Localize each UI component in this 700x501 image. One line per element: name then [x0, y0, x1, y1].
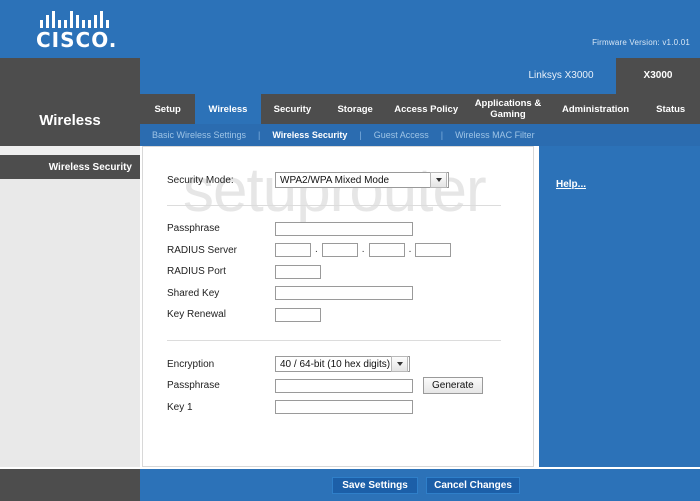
firmware-version: Firmware Version: v1.0.01 — [592, 38, 690, 47]
main-tab-storage[interactable]: Storage — [324, 94, 386, 124]
radius-server-input-group: ... — [275, 243, 452, 258]
radius-server-octet-2[interactable] — [321, 243, 358, 258]
model-tab-linksys-x3000[interactable]: Linksys X3000 — [506, 58, 616, 94]
radius-port-input[interactable] — [275, 264, 321, 279]
passphrase2-label: Passphrase — [167, 380, 220, 392]
chevron-down-icon[interactable] — [430, 172, 447, 188]
main-tab-status[interactable]: Status — [641, 94, 700, 124]
radius-server-row: RADIUS Server... — [167, 240, 533, 262]
divider-top — [167, 205, 501, 206]
cisco-wordmark: CISCO — [36, 28, 109, 52]
main-tab-applications-gaming[interactable]: Applications & Gaming — [466, 94, 549, 124]
sub-navigation: Basic Wireless Settings | Wireless Securit… — [140, 124, 700, 146]
encryption-row: Encryption 40 / 64-bit (10 hex digits) — [167, 354, 533, 376]
footer-left-block — [0, 469, 140, 501]
subnav-separator: | — [258, 130, 261, 140]
page-title: Wireless — [0, 94, 140, 146]
router-admin-page: CISCO. Firmware Version: v1.0.01 Linksys… — [0, 0, 700, 501]
key-renewal-input[interactable] — [275, 307, 321, 322]
main-navigation: Setup Wireless Security Storage Access Polic… — [140, 94, 700, 124]
radius-server-octet-1[interactable] — [275, 243, 311, 258]
section-label-wireless-security: Wireless Security — [0, 155, 140, 179]
cisco-logo-bars-icon — [40, 10, 114, 28]
sidebar-spacer — [0, 146, 140, 155]
passphrase-row: Passphrase — [167, 218, 533, 240]
encryption-select[interactable]: 40 / 64-bit (10 hex digits) — [275, 356, 410, 373]
radius-server-label: RADIUS Server — [167, 244, 238, 256]
radius-port-row: RADIUS Port — [167, 261, 533, 283]
model-tab-bar: Linksys X3000 X3000 — [0, 58, 700, 94]
page-footer: Save Settings Cancel Changes — [0, 469, 700, 501]
key-renewal-label: Key Renewal — [167, 309, 226, 321]
generate-button[interactable]: Generate — [423, 377, 483, 395]
key1-label: Key 1 — [167, 401, 193, 413]
main-tab-access-policy[interactable]: Access Policy — [386, 94, 466, 124]
model-bar-left-block — [0, 58, 140, 94]
model-tab-x3000[interactable]: X3000 — [616, 58, 700, 94]
radius-server-octet-4[interactable] — [415, 243, 452, 258]
content-panel: setuprouter Security Mode: WPA2/WPA Mixe… — [142, 146, 534, 467]
subnav-separator: | — [440, 130, 444, 140]
cancel-changes-button[interactable]: Cancel Changes — [426, 477, 520, 494]
ip-separator: . — [361, 243, 365, 255]
encryption-field-group: Encryption 40 / 64-bit (10 hex digits) P… — [167, 354, 533, 419]
shared-key-label: Shared Key — [167, 287, 220, 299]
cisco-logo: CISCO. — [36, 10, 126, 52]
cisco-wordmark-dot: . — [108, 28, 118, 52]
passphrase2-input[interactable] — [275, 378, 413, 393]
main-tab-security[interactable]: Security — [261, 94, 325, 124]
encryption-label: Encryption — [167, 358, 215, 370]
ip-separator: . — [315, 243, 318, 255]
passphrase2-row: Passphrase Generate — [167, 375, 533, 397]
radius-server-octet-3[interactable] — [368, 243, 405, 258]
key1-row: Key 1 — [167, 397, 533, 419]
sidebar-background — [0, 179, 140, 467]
key1-input[interactable] — [275, 400, 413, 415]
subnav-item-basic-wireless-settings[interactable]: Basic Wireless Settings — [152, 130, 246, 140]
main-tab-administration[interactable]: Administration — [550, 94, 642, 124]
security-mode-select[interactable]: WPA2/WPA Mixed Mode — [275, 172, 449, 188]
wireless-security-form: Security Mode: WPA2/WPA Mixed Mode Passp… — [143, 147, 533, 418]
page-header: CISCO. Firmware Version: v1.0.01 — [0, 0, 700, 58]
main-tab-wireless[interactable]: Wireless — [195, 94, 261, 124]
subnav-separator: | — [359, 130, 362, 140]
shared-key-row: Shared Key — [167, 283, 533, 305]
footer-action-bar: Save Settings Cancel Changes — [140, 469, 700, 501]
divider-bottom — [167, 339, 501, 341]
subnav-item-wireless-mac-filter[interactable]: Wireless MAC Filter — [455, 130, 535, 140]
ip-separator: . — [408, 243, 412, 255]
security-mode-label: Security Mode: — [167, 174, 234, 186]
passphrase-input[interactable] — [275, 221, 413, 236]
security-mode-row: Security Mode: WPA2/WPA Mixed Mode — [167, 169, 533, 191]
chevron-down-icon[interactable] — [391, 356, 408, 373]
radius-port-label: RADIUS Port — [167, 266, 226, 278]
shared-key-input[interactable] — [275, 286, 413, 301]
security-mode-value: WPA2/WPA Mixed Mode — [280, 174, 390, 186]
passphrase-label: Passphrase — [167, 223, 220, 235]
subnav-item-guest-access[interactable]: Guest Access — [374, 130, 429, 140]
cisco-logo-text: CISCO. — [36, 30, 126, 50]
radius-field-group: Passphrase RADIUS Server... RADIUS Port Sha… — [167, 218, 533, 326]
help-link[interactable]: Help... — [556, 179, 586, 190]
main-tab-setup[interactable]: Setup — [140, 94, 195, 124]
subnav-item-wireless-security[interactable]: Wireless Security — [272, 130, 347, 140]
help-panel: Help... — [539, 146, 700, 467]
save-settings-button[interactable]: Save Settings — [332, 477, 418, 494]
key-renewal-row: Key Renewal — [167, 304, 533, 326]
encryption-value: 40 / 64-bit (10 hex digits) — [280, 358, 391, 370]
